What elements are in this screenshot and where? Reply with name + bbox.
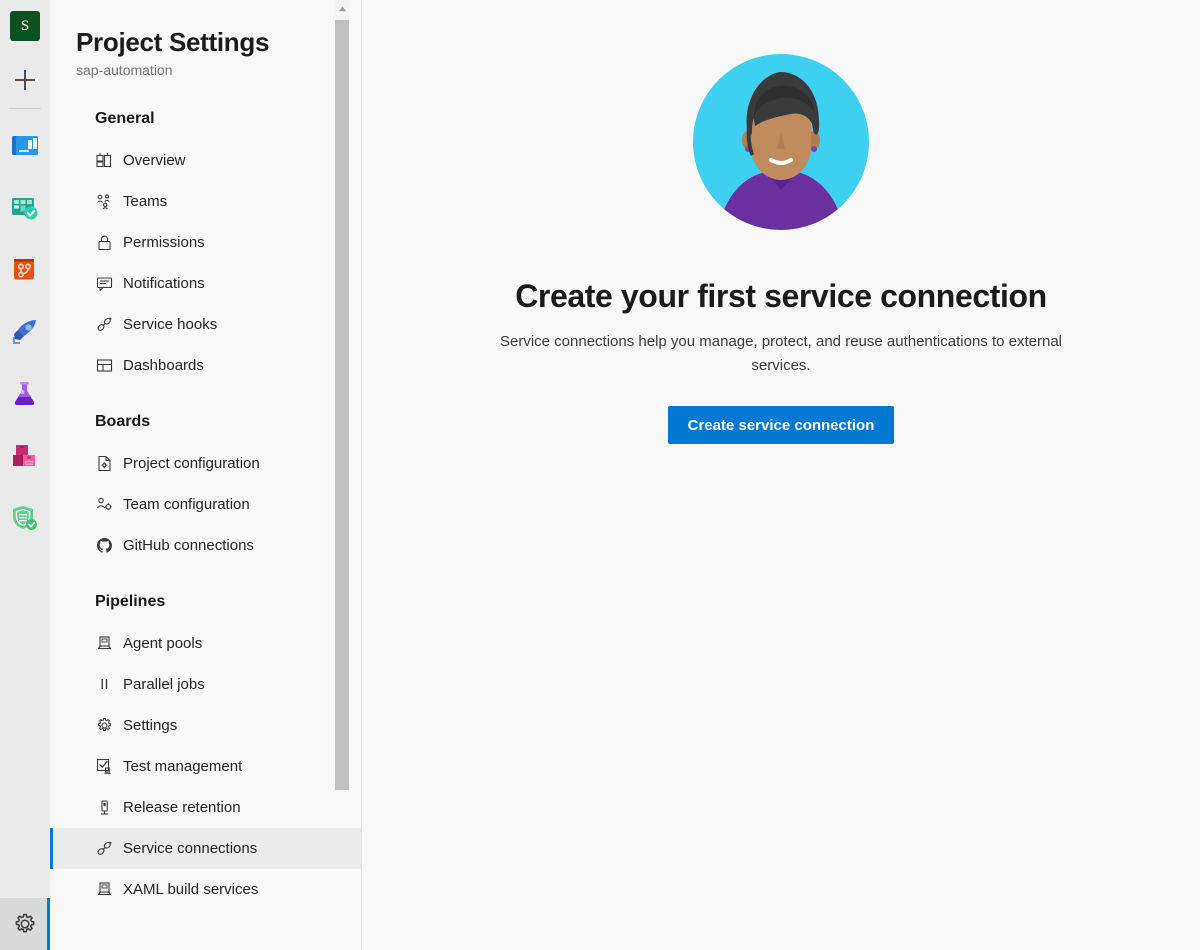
sidebar-item-release-retention[interactable]: Release retention <box>50 787 362 828</box>
sidebar-item-parallel-jobs[interactable]: Parallel jobs <box>50 664 362 705</box>
nav-group-general: General Overview <box>76 109 346 386</box>
zero-data-description: Service connections help you manage, pro… <box>476 330 1086 378</box>
sidebar-item-label: Overview <box>123 151 186 171</box>
rail-item-overview[interactable] <box>0 115 50 177</box>
main-content: Create your first service connection Ser… <box>362 0 1200 950</box>
artifacts-icon <box>10 441 40 471</box>
plug-icon <box>95 840 113 858</box>
sidebar-item-pipelines-settings[interactable]: Settings <box>50 705 362 746</box>
rail-item-boards[interactable] <box>0 177 50 239</box>
overview-icon <box>95 152 113 170</box>
global-icon-rail: S <box>0 0 50 950</box>
sidebar-content: Project Settings sap-automation General <box>50 0 346 910</box>
release-retention-icon <box>95 799 113 817</box>
sidebar-item-agent-pools[interactable]: Agent pools <box>50 623 362 664</box>
scrollbar-thumb[interactable] <box>335 20 349 790</box>
rail-item-project-settings[interactable] <box>0 898 50 950</box>
rail-item-test-plans[interactable] <box>0 363 50 425</box>
dashboard-icon <box>95 357 113 375</box>
sidebar-item-label: Dashboards <box>123 356 204 376</box>
chevron-up-icon <box>338 6 347 12</box>
rail-item-pipelines[interactable] <box>0 301 50 363</box>
rail-item-artifacts[interactable] <box>0 425 50 487</box>
sidebar-item-label: Agent pools <box>123 634 202 654</box>
project-name: sap-automation <box>76 61 346 79</box>
settings-sidebar: Project Settings sap-automation General <box>50 0 362 950</box>
security-shield-icon <box>10 503 40 533</box>
sidebar-item-team-configuration[interactable]: Team configuration <box>50 484 362 525</box>
rail-item-repos[interactable] <box>0 239 50 301</box>
sidebar-item-label: Service connections <box>123 839 257 859</box>
sidebar-item-notifications[interactable]: Notifications <box>50 263 362 304</box>
sidebar-item-label: Notifications <box>123 274 205 294</box>
lock-icon <box>95 234 113 252</box>
sidebar-item-label: GitHub connections <box>123 536 254 556</box>
zero-data-panel: Create your first service connection Ser… <box>362 52 1200 444</box>
person-avatar-illustration <box>691 52 871 232</box>
notification-icon <box>95 275 113 293</box>
scroll-up-button[interactable] <box>335 0 349 17</box>
app-root: S <box>0 0 1200 950</box>
sidebar-item-service-hooks[interactable]: Service hooks <box>50 304 362 345</box>
rail-divider <box>9 108 41 109</box>
gear-icon <box>13 912 37 936</box>
new-item-button[interactable] <box>3 58 47 102</box>
sidebar-item-label: Release retention <box>123 798 241 818</box>
sidebar-item-label: Team configuration <box>123 495 250 515</box>
github-icon <box>95 537 113 555</box>
sidebar-item-permissions[interactable]: Permissions <box>50 222 362 263</box>
sidebar-item-label: Service hooks <box>123 315 217 335</box>
project-config-icon <box>95 455 113 473</box>
sidebar-item-label: Parallel jobs <box>123 675 205 695</box>
test-plans-icon <box>10 379 40 409</box>
avatar <box>691 52 871 232</box>
agent-pool-icon <box>95 881 113 899</box>
teams-icon <box>95 193 113 211</box>
sidebar-item-overview[interactable]: Overview <box>50 140 362 181</box>
pipelines-icon <box>10 317 40 347</box>
org-logo-initial: S <box>21 18 29 35</box>
nav-group-pipelines: Pipelines Agent pools <box>76 592 346 910</box>
sidebar-item-teams[interactable]: Teams <box>50 181 362 222</box>
page-title: Project Settings <box>76 26 346 58</box>
nav-group-boards: Boards Project configuration <box>76 412 346 566</box>
repos-icon <box>10 255 40 285</box>
sidebar-item-label: Test management <box>123 757 242 777</box>
sidebar-item-xaml-build-services[interactable]: XAML build services <box>50 869 362 910</box>
sidebar-item-github-connections[interactable]: GitHub connections <box>50 525 362 566</box>
nav-group-title-general: General <box>76 109 346 129</box>
rail-item-security[interactable] <box>0 487 50 549</box>
sidebar-item-label: Permissions <box>123 233 205 253</box>
sidebar-item-test-management[interactable]: Test management <box>50 746 362 787</box>
sidebar-item-label: Settings <box>123 716 177 736</box>
agent-pool-icon <box>95 635 113 653</box>
sidebar-item-label: Teams <box>123 192 167 212</box>
create-service-connection-button[interactable]: Create service connection <box>668 406 895 444</box>
plug-icon <box>95 316 113 334</box>
team-config-icon <box>95 496 113 514</box>
test-management-icon <box>95 758 113 776</box>
overview-icon <box>10 131 40 161</box>
org-logo[interactable]: S <box>10 11 40 41</box>
nav-group-title-boards: Boards <box>76 412 346 432</box>
sidebar-item-project-configuration[interactable]: Project configuration <box>50 443 362 484</box>
gear-icon <box>95 717 113 735</box>
plus-icon <box>12 67 38 93</box>
boards-icon <box>10 193 40 223</box>
sidebar-item-label: Project configuration <box>123 454 260 474</box>
zero-data-title: Create your first service connection <box>515 276 1047 316</box>
nav-group-title-pipelines: Pipelines <box>76 592 346 612</box>
parallel-jobs-icon <box>95 676 113 694</box>
sidebar-item-label: XAML build services <box>123 880 258 900</box>
sidebar-scrollbar[interactable] <box>335 0 349 790</box>
sidebar-item-service-connections[interactable]: Service connections <box>50 828 362 869</box>
sidebar-item-dashboards[interactable]: Dashboards <box>50 345 362 386</box>
